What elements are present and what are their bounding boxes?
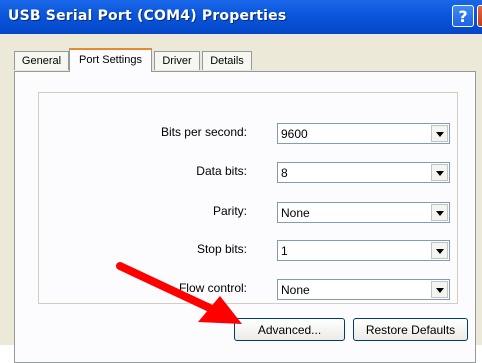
help-icon: ? [458,6,468,26]
bits-per-second-label: Bits per second: [160,125,247,139]
stop-bits-select[interactable]: 1 [277,240,450,261]
data-bits-label: Data bits: [196,164,247,178]
tab-details[interactable]: Details [202,51,252,70]
chevron-down-icon[interactable] [431,281,448,298]
help-button[interactable]: ? [452,5,474,27]
parity-label: Parity: [212,204,247,218]
bits-per-second-select[interactable]: 9600 [277,123,450,144]
tab-driver[interactable]: Driver [154,51,200,70]
tab-general[interactable]: General [14,51,69,70]
flow-control-value: None [281,283,310,297]
chevron-down-icon[interactable] [431,204,448,221]
parity-value: None [281,206,310,220]
restore-defaults-button[interactable]: Restore Defaults [353,318,468,341]
parity-select[interactable]: None [277,202,450,223]
flow-control-select[interactable]: None [277,279,450,300]
advanced-button[interactable]: Advanced... [234,318,345,341]
window-title: USB Serial Port (COM4) Properties [8,8,287,24]
chevron-down-icon[interactable] [431,164,448,181]
close-button[interactable]: ✕ [477,5,482,27]
data-bits-select[interactable]: 8 [277,162,450,183]
title-bar: USB Serial Port (COM4) Properties ? ✕ [0,0,482,34]
chevron-down-icon[interactable] [431,242,448,259]
data-bits-value: 8 [281,166,288,180]
bits-per-second-value: 9600 [281,127,308,141]
tab-port-settings[interactable]: Port Settings [69,48,152,72]
stop-bits-value: 1 [281,244,288,258]
chevron-down-icon[interactable] [431,125,448,142]
red-arrow-icon [116,262,242,324]
